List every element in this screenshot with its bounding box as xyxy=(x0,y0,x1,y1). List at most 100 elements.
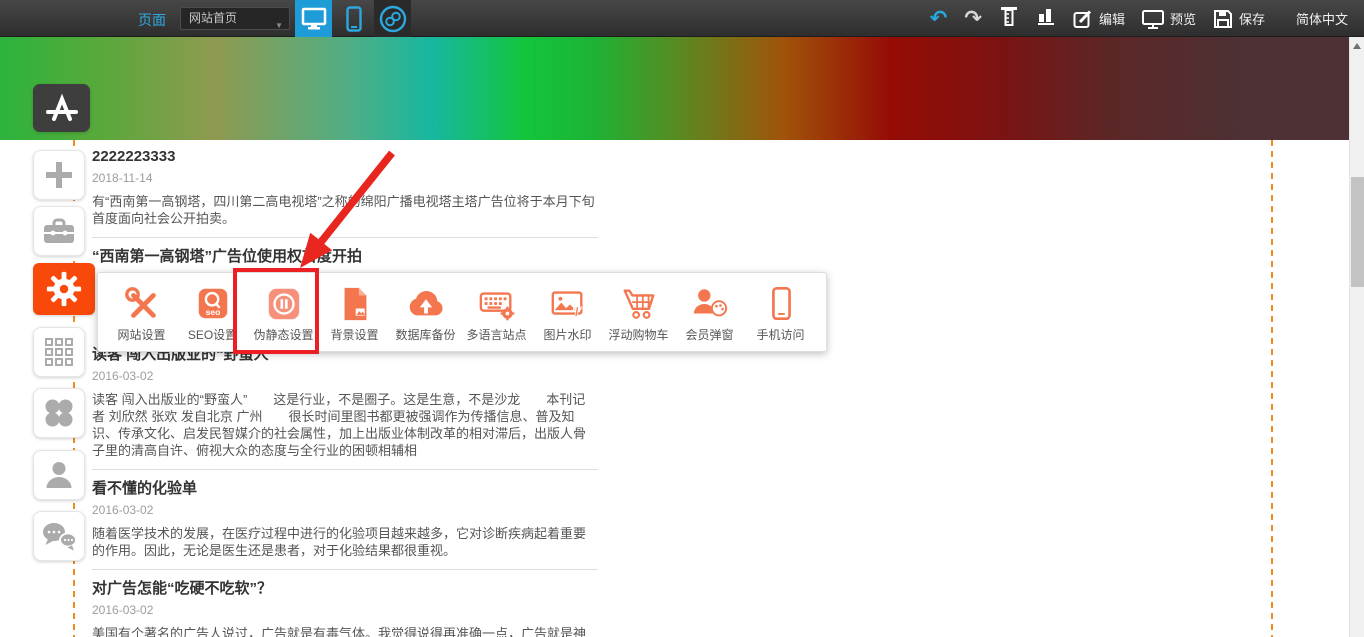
desktop-view-button[interactable] xyxy=(295,0,332,37)
page-dropdown-value: 网站首页 xyxy=(189,11,237,25)
article-date: 2016-03-02 xyxy=(92,503,598,517)
toolbar-right-group: ↶ ↷ xyxy=(930,0,1348,37)
plus-icon xyxy=(44,160,74,190)
settings-popup: 网站设置 seo SEO设置 伪静态设置 xyxy=(97,272,827,352)
ruler-button[interactable] xyxy=(999,6,1019,31)
divider xyxy=(92,469,598,470)
svg-text:seo: seo xyxy=(205,306,220,316)
crossed-tools-icon xyxy=(123,285,161,323)
sidebar-item-messages[interactable] xyxy=(33,511,85,561)
vertical-scrollbar[interactable] xyxy=(1349,37,1364,637)
sidebar-item-add[interactable] xyxy=(33,150,85,200)
article-list: 2222223333 2018-11-14 有“西南第一高钢塔，四川第二高电视塔… xyxy=(92,146,598,637)
page-label: 页面 xyxy=(138,10,166,30)
page-dropdown[interactable]: 网站首页 ▼ xyxy=(180,7,290,30)
popup-item-database-backup[interactable]: 数据库备份 xyxy=(390,284,461,343)
popup-item-label: 背景设置 xyxy=(319,326,390,343)
scrollbar-thumb[interactable] xyxy=(1351,177,1364,287)
gear-icon xyxy=(45,270,83,308)
popup-item-label: 手机访问 xyxy=(745,326,816,343)
article-title: 看不懂的化验单 xyxy=(92,480,598,498)
preview-button[interactable]: 预览 xyxy=(1142,9,1196,29)
cloud-upload-icon xyxy=(406,285,446,323)
mobile-view-button[interactable] xyxy=(337,0,371,37)
save-floppy-icon xyxy=(1213,9,1233,29)
popup-item-label: 多语言站点 xyxy=(461,326,532,343)
background-page-icon xyxy=(336,285,374,323)
sidebar-item-app-launcher[interactable] xyxy=(33,84,90,132)
popup-item-label: 图片水印 xyxy=(532,326,603,343)
desktop-icon xyxy=(301,7,327,31)
popup-item-label: 会员弹窗 xyxy=(674,326,745,343)
divider xyxy=(92,569,598,570)
article[interactable]: 看不懂的化验单 2016-03-02 随着医学技术的发展，在医疗过程中进行的化验… xyxy=(92,480,598,570)
popup-item-label: 网站设置 xyxy=(106,326,177,343)
keyboard-gear-icon xyxy=(478,285,516,323)
article-title: 对广告怎能“吃硬不吃软”？ xyxy=(92,580,598,598)
undo-button[interactable]: ↶ xyxy=(930,9,948,29)
person-icon xyxy=(44,460,74,490)
popup-item-label: 浮动购物车 xyxy=(603,326,674,343)
briefcase-icon xyxy=(42,216,76,246)
chat-bubbles-icon xyxy=(41,521,77,551)
popup-item-floating-cart[interactable]: 浮动购物车 xyxy=(603,284,674,343)
link-icon xyxy=(379,5,407,33)
svg-text:T: T xyxy=(572,304,582,320)
sidebar-item-modules[interactable] xyxy=(33,327,85,377)
edit-pencil-icon xyxy=(1073,9,1093,29)
image-watermark-icon: T xyxy=(549,285,587,323)
article-title: 2222223333 xyxy=(92,148,598,166)
article-body: 美国有个著名的广告人说过，广告就是有毒气体。我觉得说得再准确一点，广告就是神经毒… xyxy=(92,625,598,637)
ruler-icon xyxy=(999,6,1019,26)
redo-button[interactable]: ↷ xyxy=(964,9,982,29)
popup-item-member-popup[interactable]: 会员弹窗 xyxy=(674,284,745,343)
article-date: 2016-03-02 xyxy=(92,603,598,617)
highlight-box-pseudo-static xyxy=(233,268,319,354)
language-switcher[interactable]: 简体中文 xyxy=(1296,9,1348,28)
sidebar-item-toolbox[interactable] xyxy=(33,206,85,256)
top-toolbar: 页面 网站首页 ▼ ↶ ↷ xyxy=(0,0,1364,37)
popup-item-site-settings[interactable]: 网站设置 xyxy=(106,284,177,343)
article-body: 有“西南第一高钢塔，四川第二高电视塔”之称的绵阳广播电视塔主塔广告位将于本月下旬… xyxy=(92,193,598,227)
popup-item-image-watermark[interactable]: T 图片水印 xyxy=(532,284,603,343)
bar-chart-icon xyxy=(1036,6,1056,26)
popup-item-label: 数据库备份 xyxy=(390,326,461,343)
article-body: 读客 闯入出版业的“野蛮人” 这是行业，不是圈子。这是生意，不是沙龙 本刊记者 … xyxy=(92,391,598,459)
save-button[interactable]: 保存 xyxy=(1213,9,1265,29)
article-date: 2018-11-14 xyxy=(92,171,598,185)
popup-item-multilanguage[interactable]: 多语言站点 xyxy=(461,284,532,343)
link-share-button[interactable] xyxy=(374,0,411,37)
sidebar-item-widgets[interactable] xyxy=(33,388,85,438)
smartphone-icon xyxy=(762,285,800,323)
member-palette-icon xyxy=(691,285,729,323)
popup-item-mobile-access[interactable]: 手机访问 xyxy=(745,284,816,343)
save-label: 保存 xyxy=(1239,9,1265,28)
sidebar-item-members[interactable] xyxy=(33,450,85,500)
article-title: “西南第一高钢塔”广告位使用权首度开拍 xyxy=(92,248,598,266)
article[interactable]: 对广告怎能“吃硬不吃软”？ 2016-03-02 美国有个著名的广告人说过，广告… xyxy=(92,580,598,637)
edit-label: 编辑 xyxy=(1099,9,1125,28)
page-guide-right xyxy=(1271,140,1273,637)
sidebar-item-settings[interactable] xyxy=(33,263,95,315)
scrollbar-up-arrow-icon[interactable] xyxy=(1353,43,1361,49)
preview-monitor-icon xyxy=(1142,9,1164,29)
chevron-down-icon: ▼ xyxy=(275,15,283,36)
stats-button[interactable] xyxy=(1036,6,1056,31)
article[interactable]: 读客 闯入出版业的“野蛮人” 2016-03-02 读客 闯入出版业的“野蛮人”… xyxy=(92,346,598,470)
divider xyxy=(92,237,598,238)
seo-magnifier-icon: seo xyxy=(194,285,232,323)
popup-item-background-settings[interactable]: 背景设置 xyxy=(319,284,390,343)
mobile-icon xyxy=(346,6,362,32)
editor-stage: 页面 网站首页 ▼ ↶ ↷ xyxy=(0,0,1364,637)
shopping-cart-icon xyxy=(620,285,658,323)
preview-label: 预览 xyxy=(1170,9,1196,28)
site-banner-gradient xyxy=(0,37,1349,140)
article-body: 随着医学技术的发展，在医疗过程中进行的化验项目越来越多，它对诊断疾病起着重要的作… xyxy=(92,525,598,559)
app-store-icon xyxy=(42,93,82,123)
article-date: 2016-03-02 xyxy=(92,369,598,383)
grid-icon xyxy=(44,337,74,367)
article[interactable]: 2222223333 2018-11-14 有“西南第一高钢塔，四川第二高电视塔… xyxy=(92,148,598,238)
clover-icon xyxy=(44,398,74,428)
language-label: 简体中文 xyxy=(1296,9,1348,28)
edit-button[interactable]: 编辑 xyxy=(1073,9,1125,29)
